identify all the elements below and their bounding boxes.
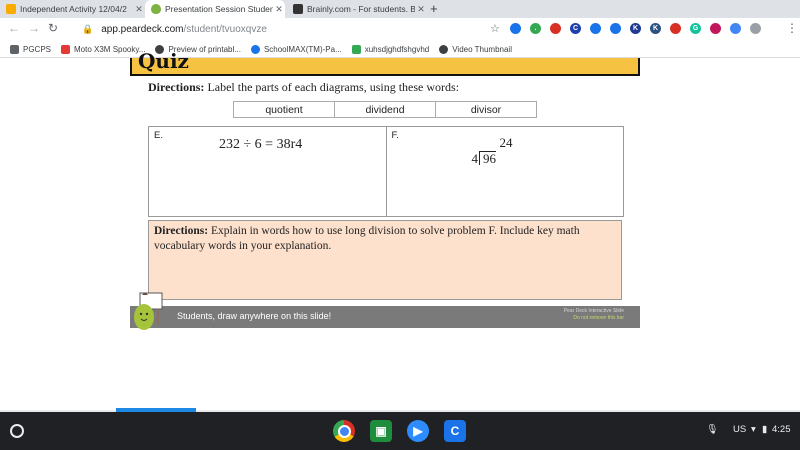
tab-favicon-icon <box>6 4 16 14</box>
bookmark-icon <box>61 44 71 54</box>
bookmark-xuhsdjghdfshgvhd[interactable]: xuhsdjghdfshgvhd <box>351 44 430 54</box>
brainly-favicon-icon <box>293 4 303 14</box>
problem-e-cell: E. 232 ÷ 6 = 38r4 <box>149 127 387 216</box>
bookmark-icon <box>10 44 19 54</box>
problem-f-dividend: 96 <box>479 151 496 165</box>
clock[interactable]: 4:25 <box>772 424 791 435</box>
bookmark-video-thumbnail[interactable]: Video Thumbnail <box>439 44 512 54</box>
pear-deck-favicon-icon <box>151 4 161 14</box>
problem-f-cell: F. 24 4 96 <box>387 127 624 216</box>
close-icon[interactable]: ✕ <box>273 4 285 15</box>
chromeos-shelf: ▣ ▶ C 🎙 US ▾ ▮ 4:25 <box>0 412 800 450</box>
problem-e-equation: 232 ÷ 6 = 38r4 <box>219 137 303 152</box>
battery-icon: ▮ <box>762 424 768 435</box>
bookmark-star-icon[interactable]: ☆ <box>490 22 500 35</box>
lock-icon: 🔒 <box>82 24 94 34</box>
word-bank-table: quotient dividend divisor <box>233 101 537 118</box>
red-circle-icon[interactable] <box>670 23 681 34</box>
new-tab-button[interactable]: + <box>430 1 438 16</box>
page-content: Quiz Directions: Label the parts of each… <box>0 49 800 416</box>
problem-e-label: E. <box>154 130 163 141</box>
green-badge-icon[interactable]: . <box>530 23 541 34</box>
blue-circle-icon[interactable] <box>610 23 621 34</box>
wifi-icon: ▾ <box>751 424 756 435</box>
blue-dot-icon[interactable] <box>730 23 741 34</box>
google-classroom-icon[interactable]: ▣ <box>370 420 392 442</box>
locale-indicator[interactable]: US <box>733 424 746 435</box>
reload-icon[interactable]: ↻ <box>48 21 58 35</box>
browser-toolbar: ← → ↻ 🔒 app.peardeck.com/student/tvuoxqv… <box>0 18 800 41</box>
pear-mascot-icon <box>134 292 163 330</box>
pear-deck-footer-bar: Students, draw anywhere on this slide! P… <box>130 306 640 328</box>
pear-deck-slide[interactable]: Quiz Directions: Label the parts of each… <box>130 49 640 330</box>
k-extension-icon[interactable]: K <box>630 23 641 34</box>
do-not-remove-text: Do not remove this bar <box>573 315 624 321</box>
close-icon[interactable]: ✕ <box>133 4 145 15</box>
pink-circle-icon[interactable] <box>710 23 721 34</box>
mic-icon[interactable]: 🎙 <box>706 424 718 435</box>
bookmark-label: SchoolMAX(TM)-Pa... <box>263 44 342 54</box>
word-quotient: quotient <box>234 102 335 117</box>
directions-label-parts: Directions: Label the parts of each diag… <box>148 80 459 95</box>
menu-kebab-icon[interactable]: ⋮ <box>786 21 798 35</box>
diagram-table: E. 232 ÷ 6 = 38r4 F. 24 4 96 <box>148 126 624 217</box>
url-host: app.peardeck.com <box>101 24 184 35</box>
quiz-header-bar: Quiz <box>130 49 640 76</box>
bookmark-icon <box>439 44 449 54</box>
bookmark-label: Video Thumbnail <box>452 44 512 54</box>
long-division-diagram: 24 4 96 <box>472 135 522 167</box>
bookmark-pgcps[interactable]: PGCPS <box>10 44 52 54</box>
bookmark-label: Moto X3M Spooky... <box>74 44 146 54</box>
interactive-slide-text: Pear Deck Interactive Slide <box>563 308 624 314</box>
quiz-title: Quiz <box>138 49 189 73</box>
red-circle-icon[interactable] <box>550 23 561 34</box>
problem-f-divisor: 4 <box>471 151 479 166</box>
directions-explain-box: Directions: Explain in words how to use … <box>148 220 622 300</box>
bookmarks-bar: PGCPS Moto X3M Spooky... Preview of prin… <box>0 41 800 58</box>
k-extension-icon[interactable]: K <box>650 23 661 34</box>
tab-strip: Independent Activity 12/04/2 ✕ Presentat… <box>0 0 800 18</box>
forward-arrow-icon[interactable]: → <box>28 21 40 35</box>
directions-bold: Directions: <box>148 80 205 94</box>
bookmark-label: xuhsdjghdfshgvhd <box>364 44 430 54</box>
tab-brainly[interactable]: Brainly.com - For students. By st ✕ <box>287 0 427 18</box>
url-path: /student/tvuoxqvze <box>183 24 267 35</box>
tab-title: Presentation Session Student <box>165 4 273 14</box>
problem-f-quotient: 24 <box>499 135 513 150</box>
tab-independent-activity[interactable]: Independent Activity 12/04/2 ✕ <box>0 0 145 18</box>
back-arrow-icon[interactable]: ← <box>8 21 20 35</box>
word-dividend: dividend <box>335 102 436 117</box>
directions-bold: Directions: <box>154 225 209 237</box>
address-bar[interactable]: 🔒 app.peardeck.com/student/tvuoxqvze <box>82 21 502 38</box>
bookmark-moto-x3m[interactable]: Moto X3M Spooky... <box>61 44 146 54</box>
c-app-icon[interactable]: C <box>444 420 466 442</box>
close-icon[interactable]: ✕ <box>415 4 427 15</box>
bookmark-label: PGCPS <box>23 44 52 54</box>
directions-text: Explain in words how to use long divisio… <box>154 225 580 252</box>
word-divisor: divisor <box>470 103 502 116</box>
bookmark-schoolmax[interactable]: SchoolMAX(TM)-Pa... <box>250 44 342 54</box>
chrome-icon[interactable] <box>333 420 355 442</box>
directions-text: Label the parts of each diagrams, using … <box>204 80 460 94</box>
zoom-icon[interactable]: ▶ <box>407 420 429 442</box>
blue-circle-icon[interactable] <box>510 23 521 34</box>
draw-anywhere-text: Students, draw anywhere on this slide! <box>177 311 332 321</box>
grammarly-icon[interactable]: G <box>690 23 701 34</box>
tab-presentation-session[interactable]: Presentation Session Student ✕ <box>145 0 285 18</box>
pear-deck-notice: Pear Deck Interactive Slide Do not remov… <box>564 308 624 322</box>
tab-title: Brainly.com - For students. By st <box>307 4 415 14</box>
gray-dot-icon[interactable] <box>750 23 761 34</box>
bookmark-icon <box>250 44 260 54</box>
blue-circle-icon[interactable] <box>590 23 601 34</box>
c-extension-icon[interactable]: C <box>570 23 581 34</box>
launcher-icon[interactable] <box>10 424 24 438</box>
tab-title: Independent Activity 12/04/2 <box>20 4 127 14</box>
bookmark-icon <box>351 44 361 54</box>
problem-f-label: F. <box>391 130 399 141</box>
